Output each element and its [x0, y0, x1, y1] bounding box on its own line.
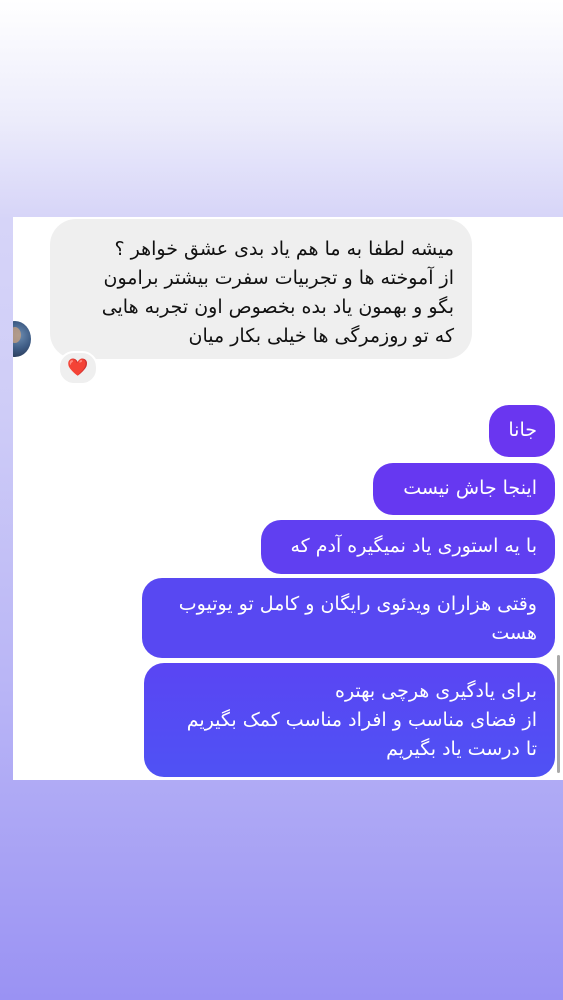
incoming-message-line: میشه لطفا به ما هم یاد بدی عشق خواهر ؟: [114, 238, 454, 260]
outgoing-message-line: جانا: [508, 419, 537, 441]
outgoing-message-line: هست: [491, 622, 537, 644]
outgoing-message-line: تا درست یاد بگیریم: [386, 738, 537, 760]
outgoing-message-bubble[interactable]: برای یادگیری هرچی بهتره از فضای مناسب و …: [144, 663, 555, 777]
outgoing-message-bubble[interactable]: با یه استوری یاد نمیگیره آدم که: [261, 520, 555, 574]
outgoing-message-bubble[interactable]: اینجا جاش نیست: [373, 463, 555, 515]
outgoing-message-line: برای یادگیری هرچی بهتره: [334, 680, 537, 702]
chat-thread: میشه لطفا به ما هم یاد بدی عشق خواهر ؟ ا…: [13, 217, 563, 780]
incoming-message-line: که تو روزمرگی ها خیلی بکار میان: [188, 325, 454, 347]
heart-reaction-badge[interactable]: ❤️: [58, 351, 98, 385]
sender-avatar[interactable]: [13, 321, 31, 357]
incoming-message-line: بگو و بهمون یاد بده بخصوص اون تجربه هایی: [101, 296, 454, 318]
outgoing-message-line: با یه استوری یاد نمیگیره آدم که: [290, 535, 537, 557]
heart-icon: ❤️: [67, 358, 89, 378]
outgoing-message-line: اینجا جاش نیست: [403, 477, 537, 499]
outgoing-message-line: از فضای مناسب و افراد مناسب کمک بگیریم: [186, 709, 537, 731]
outgoing-message-line: وقتی هزاران ویدئوی رایگان و کامل تو یوتی…: [178, 593, 537, 615]
outgoing-message-bubble[interactable]: وقتی هزاران ویدئوی رایگان و کامل تو یوتی…: [142, 578, 555, 658]
chat-scrollbar[interactable]: [557, 655, 560, 773]
incoming-message-bubble[interactable]: میشه لطفا به ما هم یاد بدی عشق خواهر ؟ ا…: [50, 219, 472, 359]
outgoing-message-bubble[interactable]: جانا: [489, 405, 555, 457]
incoming-message-line: از آموخته ها و تجربیات سفرت بیشتر برامون: [103, 267, 454, 289]
